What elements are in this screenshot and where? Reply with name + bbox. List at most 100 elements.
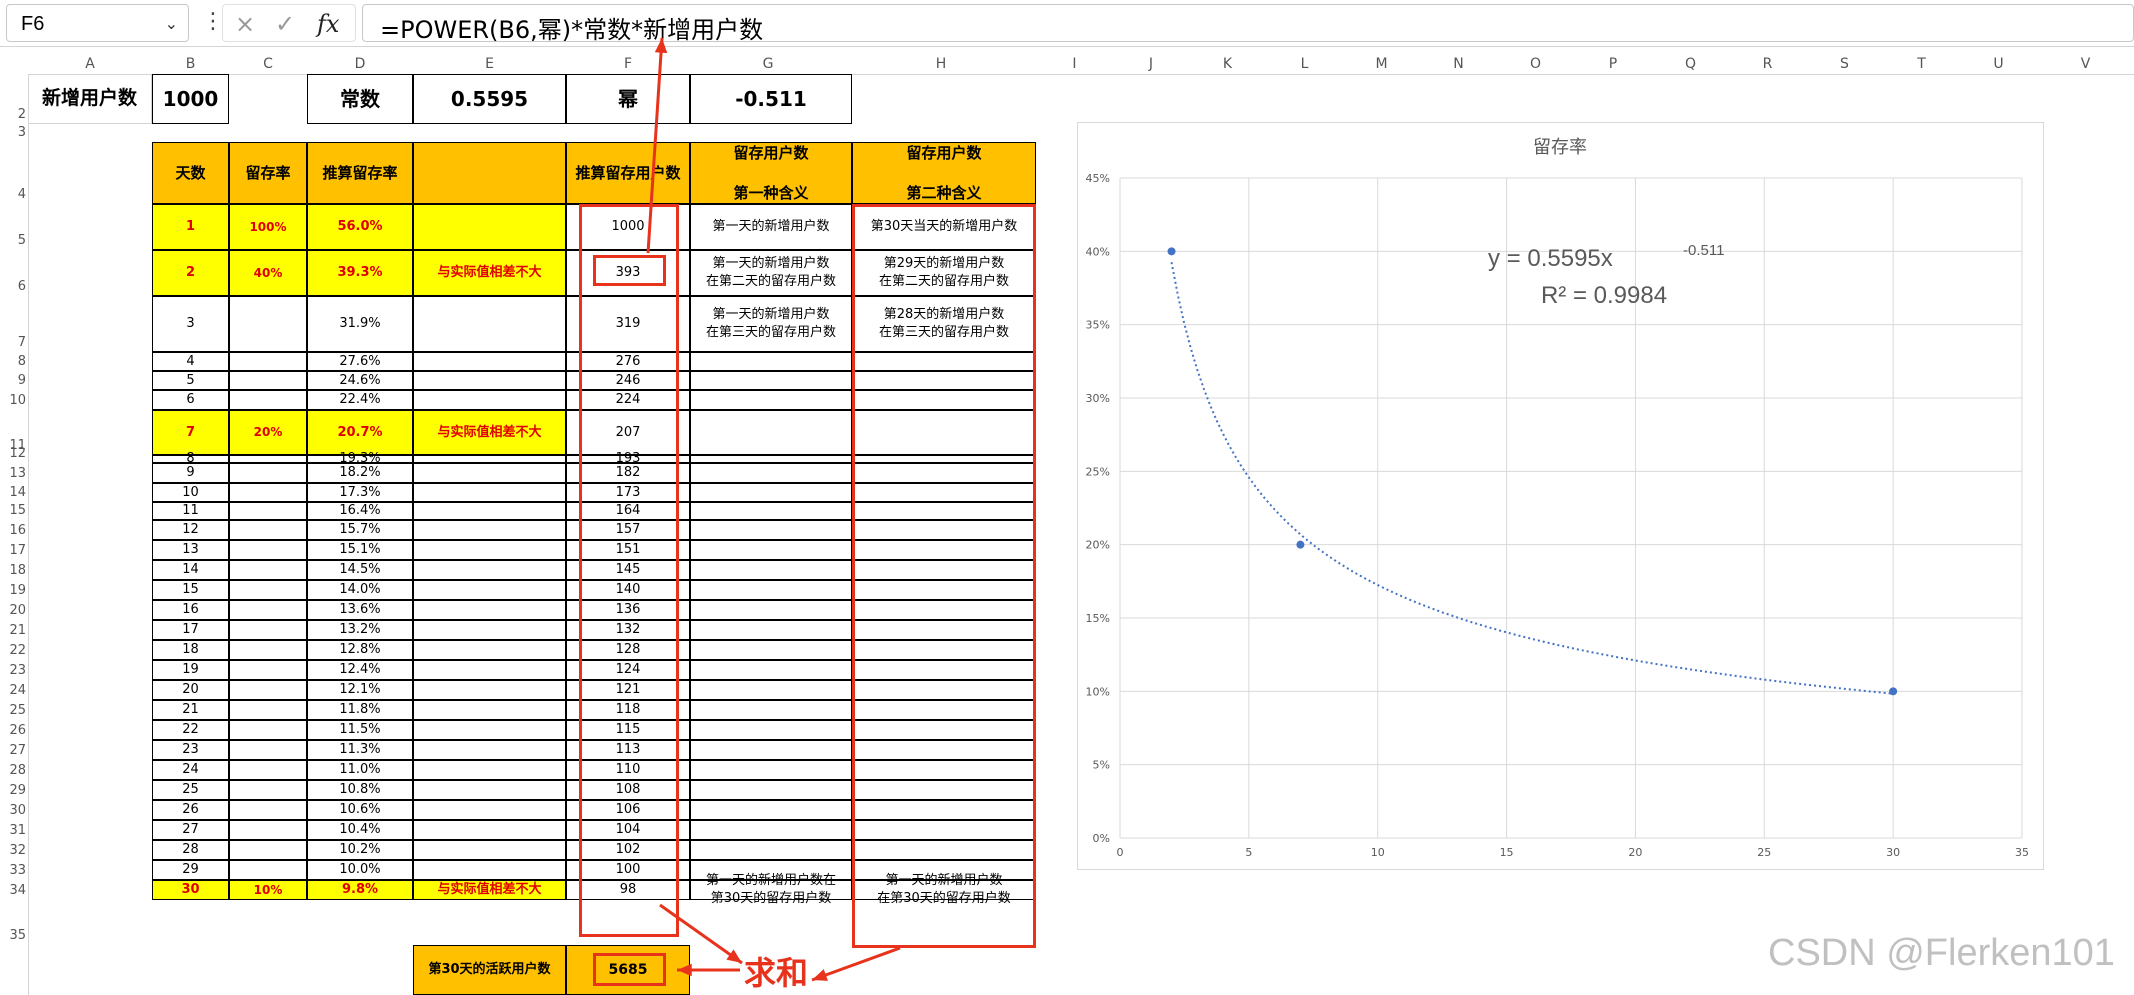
meaning1-cell[interactable]: [690, 560, 852, 580]
row-header-8[interactable]: 8: [18, 354, 26, 369]
day-cell[interactable]: 8: [152, 451, 229, 466]
retention-cell[interactable]: [229, 296, 307, 352]
column-header-f[interactable]: F: [566, 56, 690, 72]
note-cell[interactable]: [413, 390, 566, 410]
meaning1-cell[interactable]: [690, 352, 852, 371]
row-header-27[interactable]: 27: [9, 743, 26, 758]
column-header-o[interactable]: O: [1497, 56, 1574, 72]
more-options-icon[interactable]: ⋮: [202, 8, 224, 36]
est-retention-cell[interactable]: 14.5%: [307, 560, 413, 580]
retention-cell[interactable]: [229, 371, 307, 390]
est-retention-cell[interactable]: 10.2%: [307, 840, 413, 860]
est-retention-cell[interactable]: 31.9%: [307, 296, 413, 352]
retention-cell[interactable]: [229, 780, 307, 800]
column-header-u[interactable]: U: [1960, 56, 2037, 72]
day-cell[interactable]: 25: [152, 780, 229, 800]
note-cell[interactable]: [413, 840, 566, 860]
day-cell[interactable]: 19: [152, 660, 229, 680]
row-header-4[interactable]: 4: [18, 187, 26, 202]
header-meaning2[interactable]: 留存用户数 第二种含义: [852, 142, 1036, 204]
row-header-35[interactable]: 35: [9, 928, 26, 943]
day-cell[interactable]: 18: [152, 640, 229, 660]
meaning1-cell[interactable]: 第一天的新增用户数 在第二天的留存用户数: [690, 250, 852, 296]
est-retention-cell[interactable]: 11.8%: [307, 700, 413, 720]
column-header-b[interactable]: B: [152, 56, 229, 72]
retention-cell[interactable]: [229, 840, 307, 860]
row-header-2[interactable]: 2: [18, 107, 26, 122]
header-est-retention[interactable]: 推算留存率: [307, 142, 413, 204]
const-label[interactable]: 常数: [307, 74, 413, 124]
note-cell[interactable]: [413, 520, 566, 540]
meaning1-cell[interactable]: [690, 620, 852, 640]
meaning1-cell[interactable]: [690, 640, 852, 660]
est-retention-cell[interactable]: 10.0%: [307, 860, 413, 880]
meaning1-cell[interactable]: [690, 540, 852, 560]
retention-cell[interactable]: 20%: [229, 410, 307, 455]
row-header-17[interactable]: 17: [9, 543, 26, 558]
column-header-n[interactable]: N: [1420, 56, 1497, 72]
meaning1-cell[interactable]: [690, 720, 852, 740]
column-header-m[interactable]: M: [1343, 56, 1420, 72]
row-header-9[interactable]: 9: [18, 373, 26, 388]
day-cell[interactable]: 16: [152, 600, 229, 620]
meaning1-cell[interactable]: [690, 520, 852, 540]
day-cell[interactable]: 1: [152, 204, 229, 250]
row-header-33[interactable]: 33: [9, 863, 26, 878]
retention-chart[interactable]: 留存率 0% 5% 10% 15% 20% 25% 30% 35% 40% 45% 0 5 10 15 20 2…: [1077, 122, 2044, 870]
est-retention-cell[interactable]: 15.7%: [307, 520, 413, 540]
meaning1-cell[interactable]: [690, 660, 852, 680]
header-est-users[interactable]: 推算留存用户数: [566, 142, 690, 204]
day-cell[interactable]: 20: [152, 680, 229, 700]
retention-cell[interactable]: [229, 760, 307, 780]
row-header-6[interactable]: 6: [18, 279, 26, 294]
row-header-13[interactable]: 13: [9, 466, 26, 481]
est-retention-cell[interactable]: 16.4%: [307, 502, 413, 520]
est-retention-cell[interactable]: 27.6%: [307, 352, 413, 371]
column-header-v[interactable]: V: [2037, 56, 2134, 72]
row-header-25[interactable]: 25: [9, 703, 26, 718]
retention-cell[interactable]: 10%: [229, 880, 307, 900]
meaning1-cell[interactable]: [690, 483, 852, 502]
note-cell[interactable]: [413, 580, 566, 600]
note-cell[interactable]: [413, 820, 566, 840]
header-retention[interactable]: 留存率: [229, 142, 307, 204]
meaning1-cell[interactable]: [690, 580, 852, 600]
meaning1-cell[interactable]: 第一天的新增用户数 在第三天的留存用户数: [690, 296, 852, 352]
row-header-15[interactable]: 15: [9, 503, 26, 518]
retention-cell[interactable]: [229, 680, 307, 700]
est-retention-cell[interactable]: 14.0%: [307, 580, 413, 600]
retention-cell[interactable]: [229, 483, 307, 502]
day-cell[interactable]: 7: [152, 410, 229, 455]
meaning1-cell[interactable]: [690, 820, 852, 840]
row-header-3[interactable]: 3: [18, 125, 26, 140]
new-users-label[interactable]: 新增用户数: [28, 74, 152, 124]
est-retention-cell[interactable]: 22.4%: [307, 390, 413, 410]
retention-cell[interactable]: [229, 455, 307, 463]
est-retention-cell[interactable]: 10.4%: [307, 820, 413, 840]
chevron-down-icon[interactable]: ⌄: [165, 14, 178, 33]
note-cell[interactable]: [413, 296, 566, 352]
retention-cell[interactable]: [229, 620, 307, 640]
meaning1-cell[interactable]: [690, 780, 852, 800]
est-retention-cell[interactable]: 19.3%: [307, 451, 413, 466]
column-header-g[interactable]: G: [690, 56, 846, 72]
row-header-32[interactable]: 32: [9, 843, 26, 858]
note-cell[interactable]: [413, 560, 566, 580]
day-cell[interactable]: 17: [152, 620, 229, 640]
row-header-5[interactable]: 5: [18, 233, 26, 248]
note-cell[interactable]: [413, 352, 566, 371]
column-header-l[interactable]: L: [1266, 56, 1343, 72]
row-header-26[interactable]: 26: [9, 723, 26, 738]
column-header-k[interactable]: K: [1189, 56, 1266, 72]
est-retention-cell[interactable]: 11.0%: [307, 760, 413, 780]
est-retention-cell[interactable]: 15.1%: [307, 540, 413, 560]
day-cell[interactable]: 12: [152, 520, 229, 540]
note-cell[interactable]: [413, 740, 566, 760]
power-label[interactable]: 幂: [566, 74, 690, 124]
est-retention-cell[interactable]: 9.8%: [307, 880, 413, 900]
retention-cell[interactable]: [229, 700, 307, 720]
day-cell[interactable]: 21: [152, 700, 229, 720]
day-cell[interactable]: 2: [152, 250, 229, 296]
note-cell[interactable]: [413, 540, 566, 560]
row-header-18[interactable]: 18: [9, 563, 26, 578]
